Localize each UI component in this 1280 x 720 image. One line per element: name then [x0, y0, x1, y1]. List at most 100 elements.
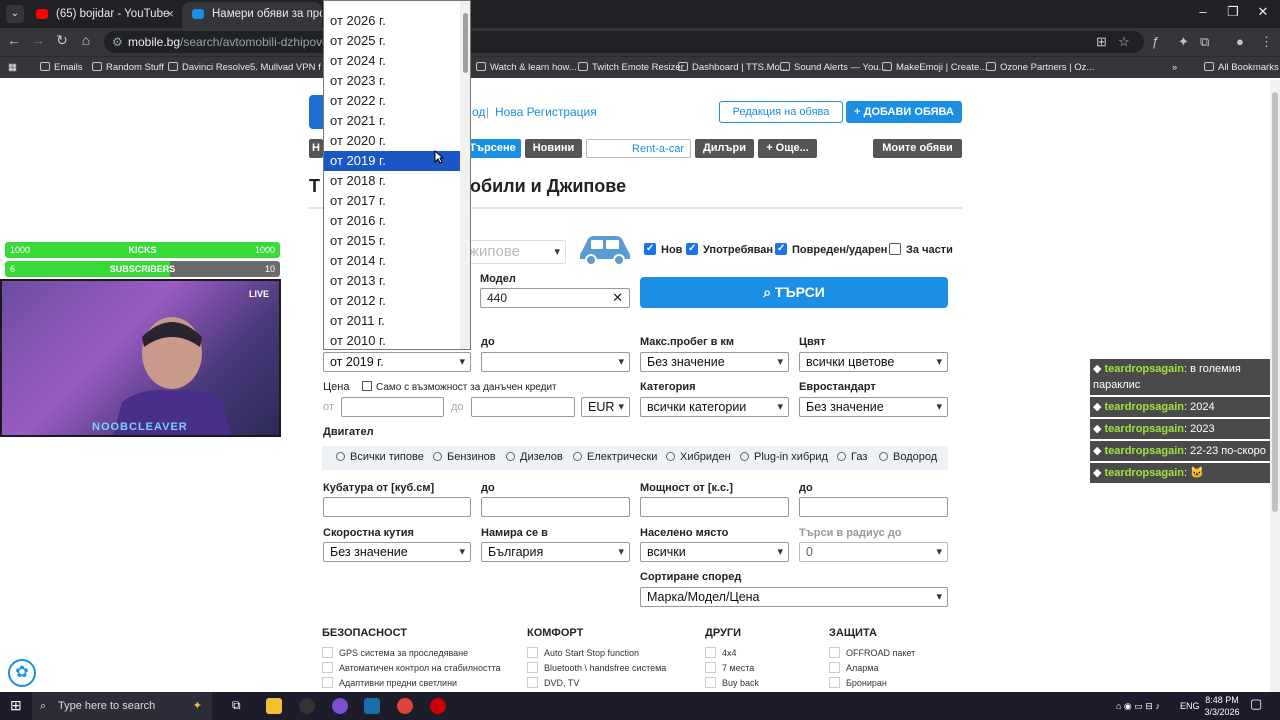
file-explorer-icon[interactable]	[266, 698, 282, 714]
clock[interactable]: 8:48 PM 3/3/2026	[1200, 694, 1244, 718]
translate-icon[interactable]: ⊞	[1096, 34, 1107, 50]
bookmark-random-stuff[interactable]: Random Stuff	[92, 60, 164, 76]
color-select[interactable]: всички цветове	[799, 352, 948, 372]
year-option[interactable]: от 2021 г.	[324, 111, 470, 131]
windows-start-icon[interactable]: ⊞	[10, 697, 22, 714]
scroll-thumb[interactable]	[463, 13, 468, 73]
price-from-input[interactable]	[341, 397, 444, 417]
feature-checkbox[interactable]: GPS система за проследяване	[322, 647, 468, 658]
year-option[interactable]: от 2024 г.	[324, 51, 470, 71]
engine-diesel-radio[interactable]: Дизелов	[506, 451, 563, 463]
restore-icon[interactable]: ❐	[1218, 4, 1248, 20]
all-bookmarks[interactable]: All Bookmarks	[1204, 60, 1279, 76]
clear-icon[interactable]: ✕	[612, 289, 623, 307]
power-to-input[interactable]	[799, 497, 948, 517]
cond-new-checkbox[interactable]: Нов	[644, 242, 682, 257]
scroll-thumb[interactable]	[1272, 92, 1278, 512]
home-icon[interactable]: ⌂	[76, 32, 96, 48]
edit-ad-button[interactable]: Редакция на обява	[719, 101, 843, 123]
cc-from-input[interactable]	[323, 497, 471, 517]
language-indicator[interactable]: ENG	[1180, 700, 1200, 712]
category-type-select[interactable]: всички категории	[640, 397, 789, 417]
currency-select[interactable]: EUR	[581, 397, 630, 417]
forward-icon[interactable]: →	[28, 32, 48, 48]
tax-credit-checkbox[interactable]: Само с възможност за данъчен кредит	[362, 381, 557, 393]
extension-icon[interactable]: ƒ	[1152, 34, 1159, 49]
year-option[interactable]: от 2015 г.	[324, 231, 470, 251]
bookmark-sound-alerts[interactable]: Sound Alerts — You...	[780, 60, 886, 76]
page-scrollbar[interactable]	[1270, 80, 1280, 692]
notifications-icon[interactable]: ▢	[1250, 697, 1262, 710]
bookmark-davinci[interactable]: Davinci Resolve	[168, 60, 250, 76]
cc-to-input[interactable]	[481, 497, 630, 517]
nav-search[interactable]: Търсене	[464, 139, 521, 158]
bookmark-dashboard[interactable]: Dashboard | TTS.Mo...	[678, 60, 788, 76]
bookmark-star-icon[interactable]: ☆	[1118, 34, 1130, 50]
bookmark-ozone[interactable]: Ozone Partners | Oz...	[986, 60, 1094, 76]
menu-icon[interactable]: ⋮	[1260, 34, 1273, 50]
feature-checkbox[interactable]: Аларма	[829, 662, 878, 673]
task-view-icon[interactable]: ⧉	[232, 698, 248, 714]
register-link[interactable]: Нова Регистрация	[495, 105, 597, 119]
tab-youtube[interactable]: (65) bojidar - YouTube ×	[26, 2, 182, 28]
tab-list-button[interactable]: ⌄	[6, 5, 24, 23]
nav-my-ads[interactable]: Моите обяви	[873, 139, 962, 158]
sort-select[interactable]: Марка/Модел/Цена	[640, 587, 948, 607]
chevron-right-icon[interactable]: »	[1172, 60, 1177, 76]
model-input[interactable]: 440 ✕	[480, 288, 630, 308]
gearbox-select[interactable]: Без значение	[323, 542, 471, 562]
located-select[interactable]: България	[481, 542, 630, 562]
nav-news[interactable]: Новини	[525, 139, 582, 158]
power-from-input[interactable]	[640, 497, 789, 517]
feature-checkbox[interactable]: OFFROAD пакет	[829, 647, 915, 658]
feature-checkbox[interactable]: Bluetooth \ handsfree система	[527, 662, 666, 673]
extensions-puzzle-icon[interactable]: ⧉	[1200, 34, 1209, 50]
reload-icon[interactable]: ↻	[52, 32, 72, 49]
engine-all-radio[interactable]: Всички типове	[336, 451, 424, 463]
extension-icon[interactable]: ✦	[1178, 34, 1189, 50]
engine-hybrid-radio[interactable]: Хибриден	[666, 451, 731, 463]
year-option[interactable]: от 2017 г.	[324, 191, 470, 211]
year-option[interactable]: от 2025 г.	[324, 31, 470, 51]
engine-hydrogen-radio[interactable]: Водород	[879, 451, 937, 463]
category-select[interactable]: жипове	[462, 240, 566, 264]
app-icon[interactable]	[430, 698, 446, 714]
bookmark-emails[interactable]: Emails	[40, 60, 83, 76]
tab-mobile-bg[interactable]: Намери обяви за продажба н	[182, 2, 322, 28]
close-window-icon[interactable]: ✕	[1248, 4, 1278, 20]
app-icon[interactable]	[332, 698, 348, 714]
radius-select[interactable]: 0	[799, 542, 948, 562]
nav-more[interactable]: + Още...	[758, 139, 817, 158]
nav-home[interactable]: Н	[309, 139, 323, 158]
feature-checkbox[interactable]: DVD, TV	[527, 677, 579, 688]
checkbox-box[interactable]	[362, 381, 372, 391]
search-button[interactable]: ⌕ ТЪРСИ	[640, 277, 948, 308]
price-to-input[interactable]	[471, 397, 575, 417]
bookmark-watch-learn[interactable]: Watch & learn how...	[476, 60, 577, 76]
bookmark-mullvad[interactable]: 5. Mullvad VPN f	[250, 60, 321, 76]
year-option[interactable]: от 2026 г.	[324, 11, 470, 31]
engine-petrol-radio[interactable]: Бензинов	[433, 451, 496, 463]
place-select[interactable]: всички	[640, 542, 789, 562]
app-icon[interactable]	[299, 698, 315, 714]
year-option[interactable]: от 2013 г.	[324, 271, 470, 291]
engine-electric-radio[interactable]: Електрически	[573, 451, 657, 463]
cond-parts-checkbox[interactable]: За части	[889, 243, 953, 257]
year-option[interactable]: от 2023 г.	[324, 71, 470, 91]
year-option[interactable]: от 2018 г.	[324, 171, 470, 191]
year-from-select[interactable]: от 2019 г.	[323, 352, 471, 372]
year-option[interactable]: от 2011 г.	[324, 311, 470, 331]
profile-avatar-icon[interactable]: ●	[1236, 34, 1244, 49]
add-ad-button[interactable]: + ДОБАВИ ОБЯВА	[846, 101, 962, 123]
dropdown-scrollbar[interactable]	[460, 1, 470, 349]
login-link[interactable]: од	[472, 105, 485, 119]
cond-used-checkbox[interactable]: Употребяван	[686, 242, 773, 257]
year-option[interactable]: от 2010 г.	[324, 331, 470, 349]
steam-icon[interactable]	[364, 698, 380, 714]
url-input[interactable]: ⚙ mobile.bg/search/avtomobili-dzhipove/b…	[104, 31, 1144, 53]
back-icon[interactable]: ←	[4, 32, 24, 48]
year-option[interactable]: от 2020 г.	[324, 131, 470, 151]
mileage-select[interactable]: Без значение	[640, 352, 789, 372]
year-from-dropdown-list[interactable]: от 2026 г. от 2025 г. от 2024 г. от 2023…	[323, 0, 471, 350]
cond-damaged-checkbox[interactable]: Повреден/ударен	[775, 242, 887, 257]
